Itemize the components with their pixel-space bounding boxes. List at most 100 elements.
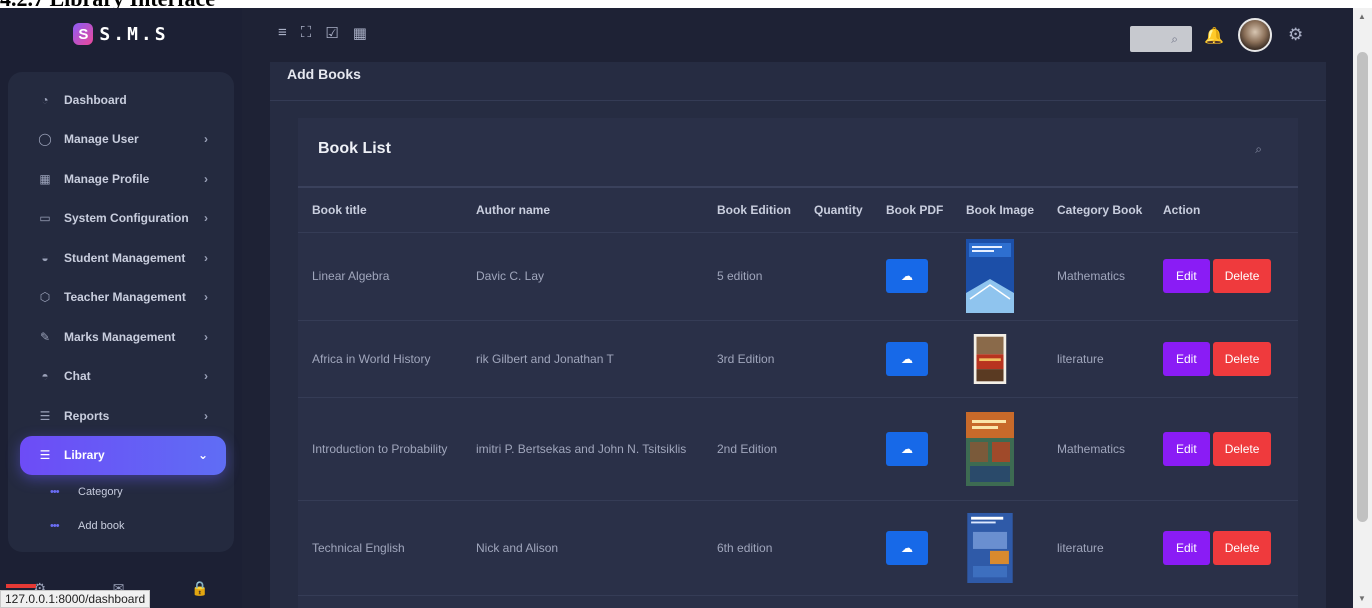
sidebar-subitem-label: Category [78,486,123,498]
books-table: Book title Author name Book Edition Quan… [298,188,1298,596]
bell-icon[interactable]: 🔔 [1204,26,1224,46]
image-cell [952,320,1043,398]
search-icon[interactable]: ⌕ [1255,142,1262,157]
book-cover-image[interactable] [966,333,1014,384]
sidebar-item-student-management[interactable]: ◒ Student Management › [20,238,226,278]
book-cover-image[interactable] [966,409,1014,489]
search-icon: ⌕ [1171,31,1178,46]
book-title-cell: Africa in World History [298,320,462,398]
book-cover-image[interactable] [966,512,1014,583]
cloud-download-button[interactable]: ☁ [886,530,928,565]
pencil-icon: ✎ [39,329,51,344]
author-cell: Nick and Alison [462,500,703,596]
sidebar-item-manage-profile[interactable]: ▦ Manage Profile › [20,159,226,199]
sidebar-item-teacher-management[interactable]: ⬡ Teacher Management › [20,278,226,318]
divider [270,100,1326,101]
action-cell: Edit Delete [1149,232,1298,321]
sidebar-item-label: Chat [64,369,91,384]
edit-button[interactable]: Edit [1163,530,1210,565]
column-header: Book Edition [703,188,800,233]
book-cover-image[interactable] [966,239,1014,313]
scroll-thumb[interactable] [1357,52,1368,522]
cloud-icon: ☁ [901,351,913,366]
sidebar-subitem-category[interactable]: ••• Category [20,475,226,509]
pdf-cell: ☁ [872,232,952,321]
edit-button[interactable]: Edit [1163,341,1210,376]
gear-icon[interactable]: ⚙ [1288,25,1303,45]
image-cell [952,397,1043,501]
edit-button[interactable]: Edit [1163,259,1210,293]
sidebar-menu: ◔ Dashboard ◯ Manage User › ▦ Manage Pro… [20,80,226,543]
avatar[interactable] [1238,18,1272,52]
grid-icon: ▦ [39,171,51,186]
search-input[interactable]: ⌕ [1130,26,1192,52]
sidebar-item-label: Teacher Management [64,290,186,305]
delete-button[interactable]: Delete [1212,341,1272,376]
page-scrollbar[interactable]: ▲ ▼ [1353,8,1372,608]
delete-button[interactable]: Delete [1212,259,1272,293]
column-header: Book PDF [872,188,952,233]
chevron-right-icon: › [204,211,208,226]
edit-button[interactable]: Edit [1163,431,1210,466]
cloud-download-button[interactable]: ☁ [886,341,928,376]
inbox-icon: ◒ [41,250,49,265]
dots-icon: ••• [50,486,60,498]
pdf-cell: ☁ [872,500,952,596]
cloud-download-button[interactable]: ☁ [886,259,928,293]
edition-cell: 3rd Edition [703,320,800,398]
category-cell: literature [1043,320,1149,398]
book-title-cell: Introduction to Probability [298,397,462,501]
page-title: Add Books [287,66,361,82]
sidebar-item-dashboard[interactable]: ◔ Dashboard [20,80,226,120]
sidebar-item-label: Library [64,448,105,463]
sidebar-item-marks-management[interactable]: ✎ Marks Management › [20,317,226,357]
app-window: S S.M.S ◔ Dashboard ◯ Manage User › ▦ Ma… [0,8,1353,608]
logo[interactable]: S S.M.S [0,8,242,60]
sidebar-item-reports[interactable]: ☰ Reports › [20,396,226,436]
sidebar-item-label: Student Management [64,250,186,265]
delete-button[interactable]: Delete [1212,431,1272,466]
document-heading: 4.2.7 Library Interface [0,0,400,8]
table-row: Africa in World History rik Gilbert and … [298,320,1298,398]
cloud-download-button[interactable]: ☁ [886,431,928,466]
delete-button[interactable]: Delete [1212,530,1272,565]
sidebar-subitem-add-book[interactable]: ••• Add book [20,509,226,543]
sidebar-item-label: Reports [64,408,110,423]
lock-icon[interactable]: 🔒 [191,580,208,597]
table-row: Linear Algebra Davic C. Lay 5 edition ☁ [298,232,1298,321]
table-header-row: Book title Author name Book Edition Quan… [298,188,1298,233]
sidebar-item-manage-user[interactable]: ◯ Manage User › [20,120,226,160]
category-cell: literature [1043,500,1149,596]
calendar-icon[interactable]: ▦ [353,24,367,42]
category-cell: Mathematics [1043,232,1149,321]
scroll-up-arrow-icon[interactable]: ▲ [1358,12,1366,21]
scroll-down-arrow-icon[interactable]: ▼ [1358,594,1366,603]
sidebar-item-system-configuration[interactable]: ▭ System Configuration › [20,199,226,239]
edition-cell: 6th edition [703,500,800,596]
card-icon: ▭ [39,211,51,226]
image-cell [952,232,1043,321]
message-icon: ◓ [41,369,49,384]
checkbox-icon[interactable]: ☑ [325,24,338,42]
expand-icon[interactable]: ⛶ [301,24,312,42]
chevron-right-icon: › [204,132,208,147]
author-cell: imitri P. Bertsekas and John N. Tsitsikl… [462,397,703,501]
chevron-right-icon: › [204,369,208,384]
action-cell: Edit Delete [1149,500,1298,596]
author-cell: rik Gilbert and Jonathan T [462,320,703,398]
box-icon: ⬡ [39,290,51,305]
sidebar-item-library[interactable]: ☰ Library ⌄ [20,435,226,475]
dots-icon: ••• [50,520,60,532]
cloud-icon: ☁ [901,540,913,555]
chat-bubble-icon: ◯ [38,132,52,147]
topbar-icons: ≡ ⛶ ☑ ▦ [278,24,367,42]
sidebar-item-label: Manage Profile [64,171,150,186]
pie-chart-icon: ◔ [41,92,49,107]
column-header: Book title [298,188,462,233]
chevron-down-icon: ⌄ [197,448,208,463]
menu-icon[interactable]: ≡ [278,24,287,42]
sidebar-item-label: Manage User [64,132,139,147]
column-header: Author name [462,188,703,233]
sidebar-item-chat[interactable]: ◓ Chat › [20,357,226,397]
sidebar-subitem-label: Add book [78,520,125,532]
